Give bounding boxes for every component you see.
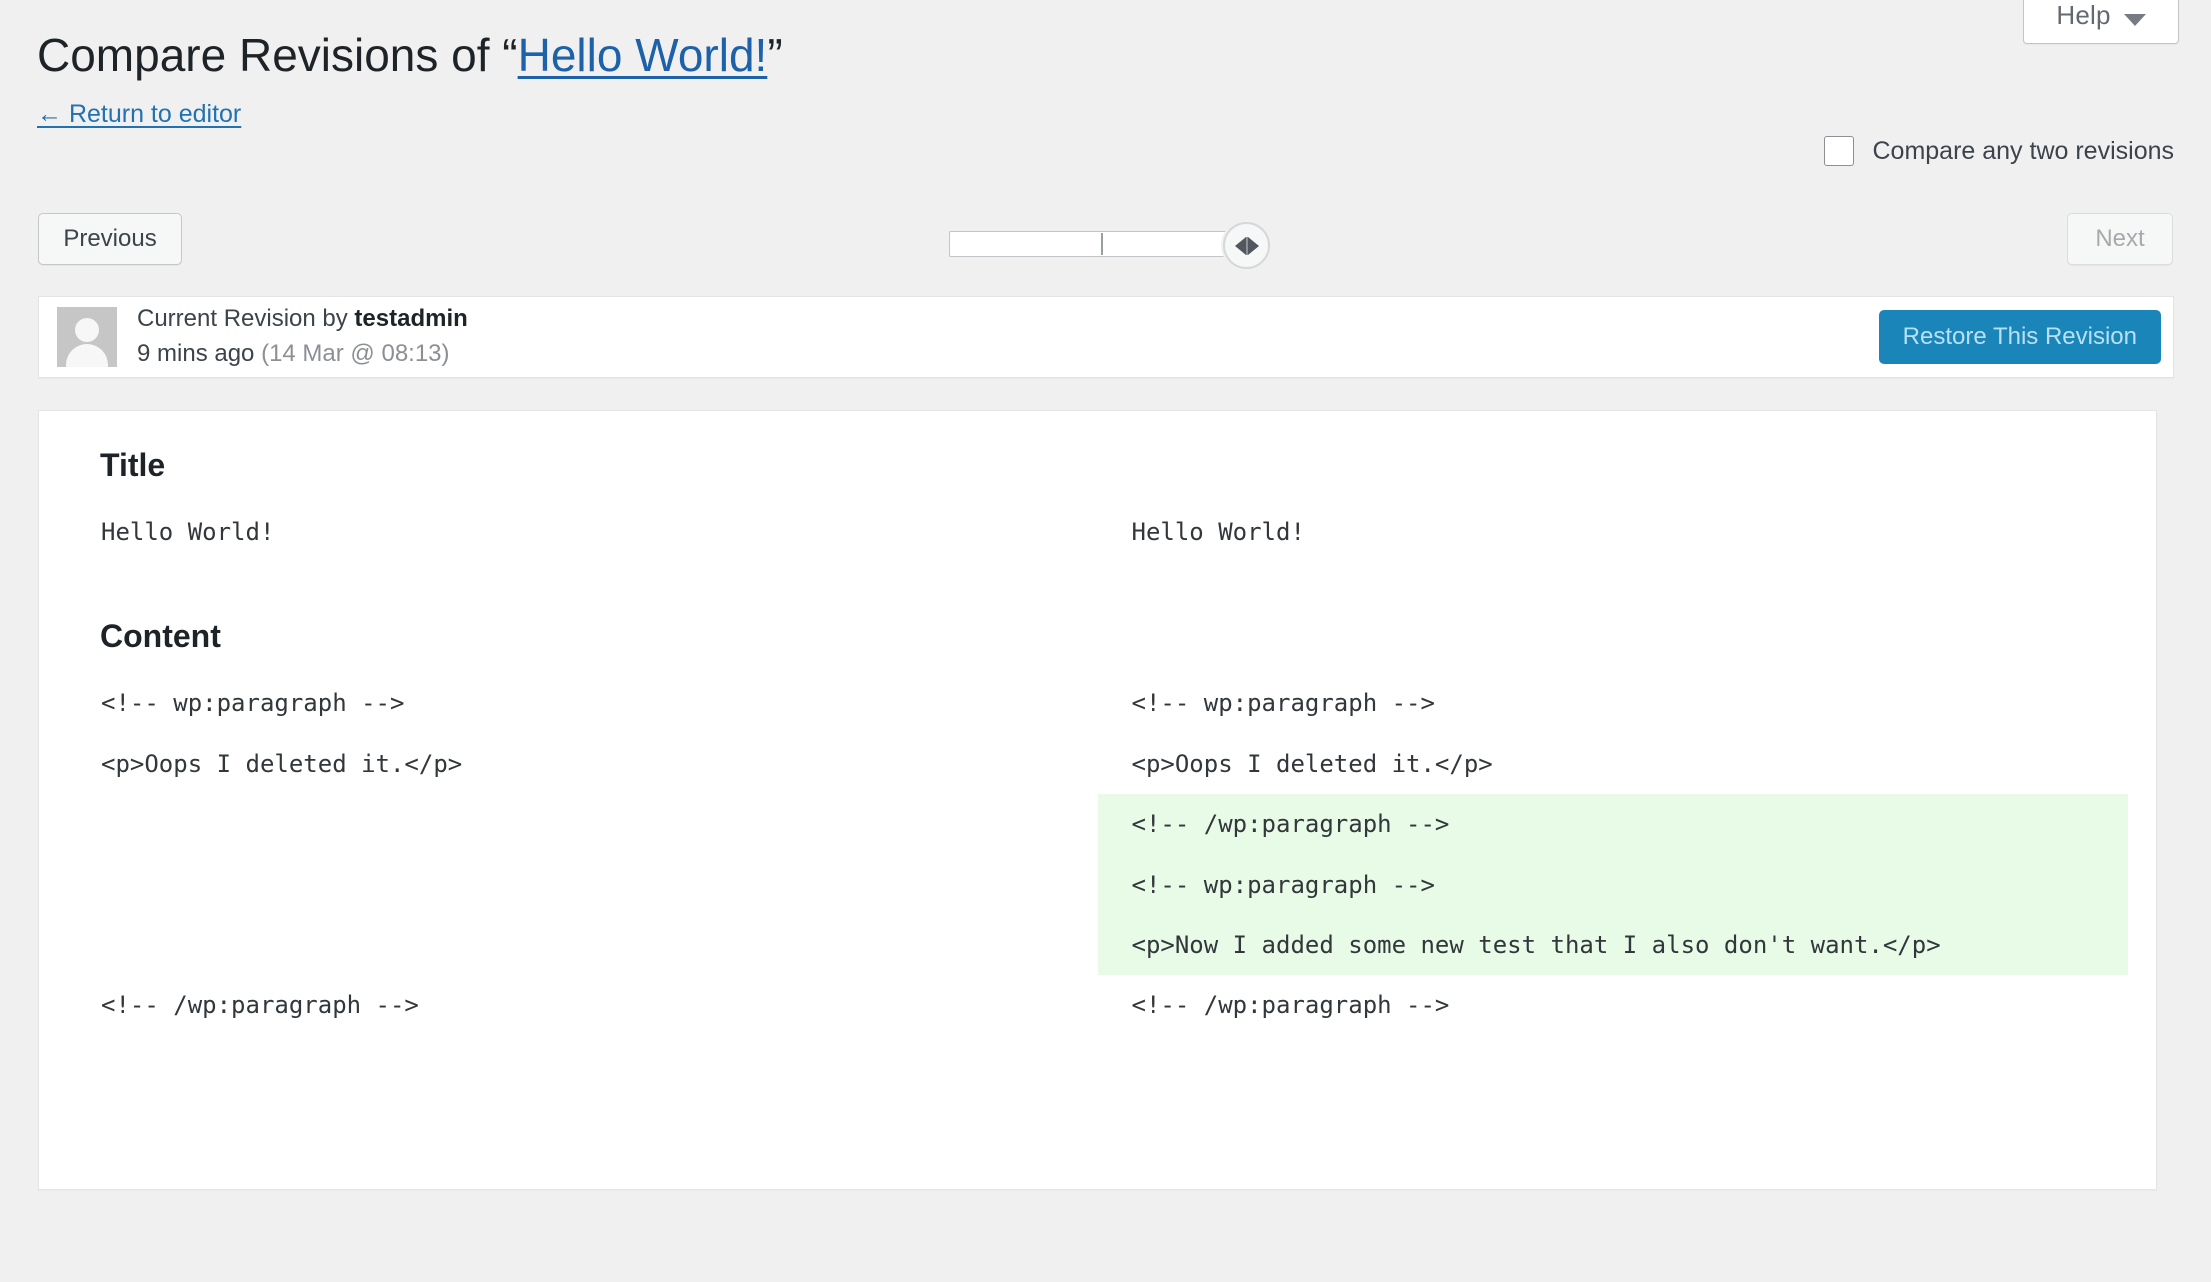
diff-cell-left: Hello World! [101,518,275,546]
diff-cell-right: <!-- wp:paragraph --> [1131,689,1435,718]
page-title: Compare Revisions of “Hello World!” [37,28,783,83]
diff-title-heading: Title [100,447,166,483]
previous-button[interactable]: Previous [38,213,182,265]
diff-row: <p>Oops I deleted it.</p> <p>Oops I delet… [67,734,2128,794]
diff-cell-right: <!-- wp:paragraph --> [1097,854,2128,915]
diff-title-table: Hello World! Hello World! [67,502,2128,562]
help-tab-label: Help [2056,0,2111,30]
diff-cell-left [67,794,1098,854]
diff-cell-left [67,915,1098,975]
chevron-down-icon [2123,14,2146,26]
diff-cell-left: <!-- wp:paragraph --> [101,689,405,718]
compare-two-revisions-row[interactable]: Compare any two revisions [1824,136,2174,166]
revision-byline-prefix: Current Revision by [137,305,355,333]
help-tab-button[interactable]: Help [2023,0,2179,44]
revision-timestamp: (14 Mar @ 08:13) [261,340,450,367]
diff-content-rows: <!-- wp:paragraph --> <!-- wp:paragraph -… [67,673,2128,1035]
restore-this-revision-button[interactable]: Restore This Revision [1878,310,2161,364]
revision-time: 9 mins ago (14 Mar @ 08:13) [137,337,468,372]
diff-content-heading: Content [100,618,221,655]
revision-byline: Current Revision by testadmin [137,302,468,337]
diff-row: <p>Now I added some new test that I also… [67,914,2128,976]
diff-row: <!-- wp:paragraph --> [67,854,2128,915]
diff-row: <!-- /wp:paragraph --> <!-- /wp:paragraph… [67,975,2128,1035]
diff-row: <!-- wp:paragraph --> <!-- wp:paragraph -… [67,673,2128,733]
page-title-prefix: Compare Revisions of “ [37,29,518,81]
revision-relative-time: 9 mins ago [137,340,255,367]
revision-slider-handle[interactable] [1223,222,1270,269]
revision-meta-bar: Current Revision by testadmin 9 mins ago… [38,296,2174,378]
diff-cell-right: Hello World! [1131,518,1305,546]
diff-row: <!-- /wp:paragraph --> [67,794,2128,855]
diff-row: Hello World! Hello World! [67,502,2128,562]
left-right-arrows-icon [1234,236,1259,255]
revision-slider[interactable] [949,222,1270,269]
avatar [57,307,117,367]
revision-slider-tick [1101,233,1103,255]
return-to-editor-link[interactable]: ← Return to editor [37,100,241,129]
next-button[interactable]: Next [2067,213,2173,265]
revisions-page: Help Compare Revisions of “Hello World!”… [0,0,2211,1282]
revision-author: testadmin [354,305,468,333]
compare-two-revisions-label: Compare any two revisions [1872,136,2174,165]
diff-cell-left: <p>Oops I deleted it.</p> [101,749,463,778]
diff-cell-right: <!-- /wp:paragraph --> [1131,991,1450,1020]
diff-content-table: <!-- wp:paragraph --> <!-- wp:paragraph -… [67,673,2128,1035]
diff-cell-left: <!-- /wp:paragraph --> [101,991,419,1020]
page-title-suffix: ” [767,29,783,81]
diff-cell-right: <!-- /wp:paragraph --> [1097,794,2128,855]
diff-panel: Title Hello World! Hello World! Content <… [38,410,2157,1190]
post-title-link[interactable]: Hello World! [518,29,768,81]
revision-meta-text: Current Revision by testadmin 9 mins ago… [137,302,468,372]
diff-cell-left [67,855,1098,915]
diff-title-rows: Hello World! Hello World! [67,502,2128,562]
diff-cell-right: <p>Now I added some new test that I also… [1097,914,2128,976]
compare-two-revisions-checkbox[interactable] [1824,136,1855,166]
diff-cell-right: <p>Oops I deleted it.</p> [1131,749,1493,778]
